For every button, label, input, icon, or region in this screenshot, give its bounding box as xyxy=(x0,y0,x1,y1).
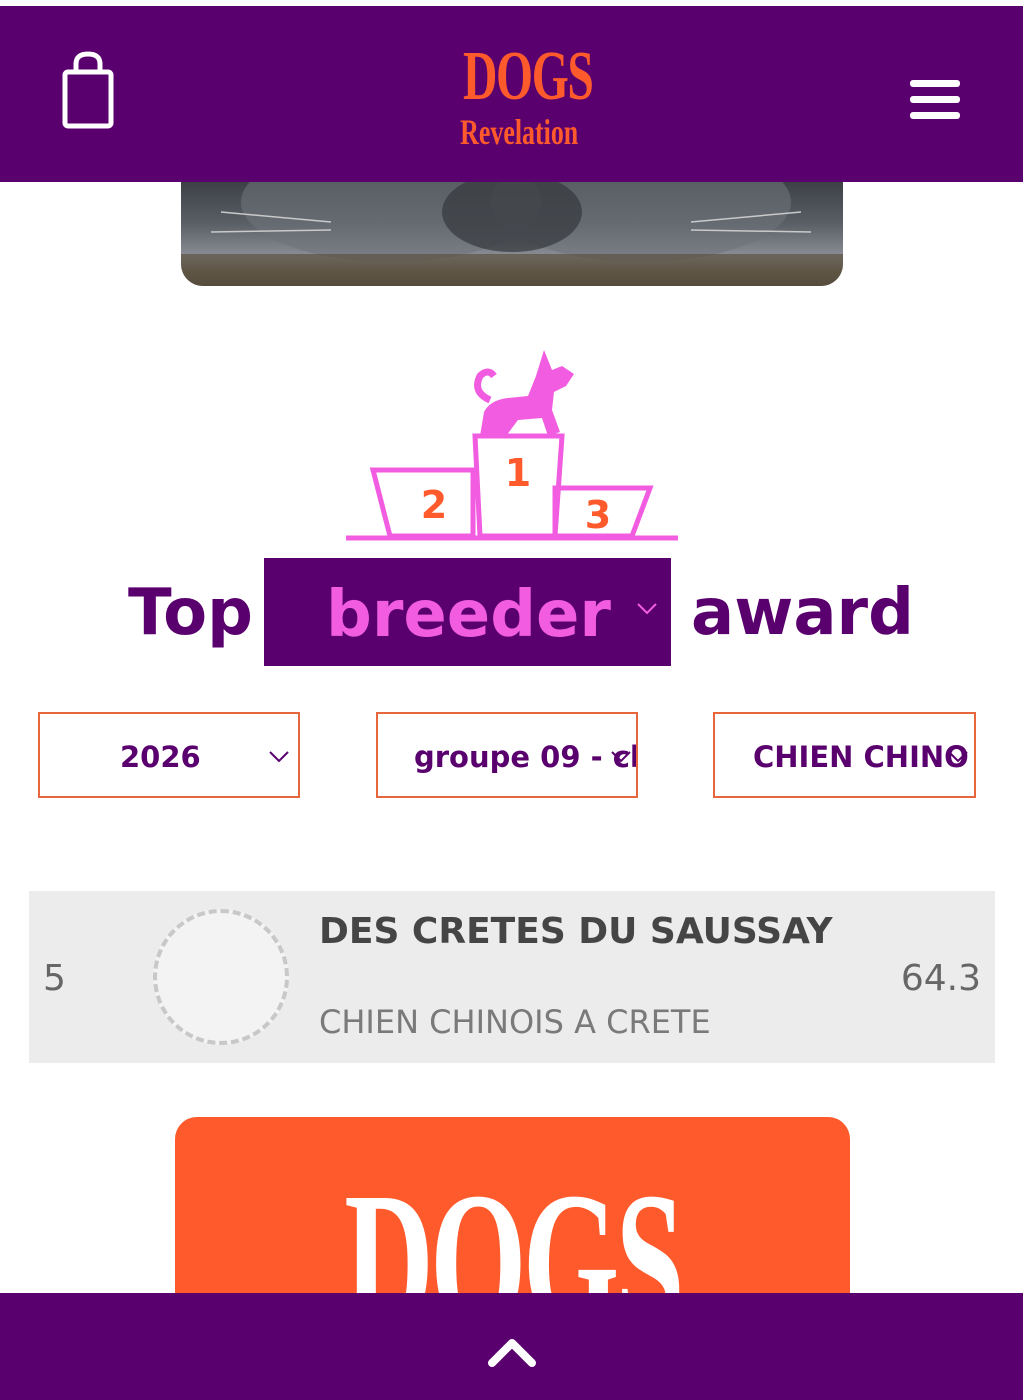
breed-name: CHIEN CHINOIS A CRETE xyxy=(319,1003,711,1041)
menu-button[interactable] xyxy=(906,76,964,126)
breed-select-value: CHIEN CHINO xyxy=(753,740,969,774)
logo-revelation-text: Revelation xyxy=(460,112,579,152)
podium-third-label: 3 xyxy=(585,493,611,537)
chevron-down-icon xyxy=(611,751,631,763)
hero-dog-nose-image xyxy=(181,182,843,286)
cart-button[interactable] xyxy=(56,50,120,134)
top-navigation-bar: DOGS Revelation xyxy=(0,6,1023,182)
chevron-down-icon xyxy=(948,751,968,763)
year-select[interactable]: 2026 xyxy=(38,712,300,798)
rank-number: 5 xyxy=(43,958,66,999)
award-type-select[interactable]: breeder xyxy=(264,558,671,666)
year-select-value: 2026 xyxy=(120,740,201,774)
chevron-up-icon xyxy=(488,1339,536,1367)
headline-suffix: award xyxy=(691,576,914,650)
ranking-row[interactable]: 5 DES CRETES DU SAUSSAY CHIEN CHINOIS A … xyxy=(29,891,995,1063)
podium-second-label: 2 xyxy=(421,483,447,527)
hamburger-menu-icon xyxy=(910,80,960,119)
award-type-value: breeder xyxy=(326,578,611,652)
breeder-name: DES CRETES DU SAUSSAY xyxy=(319,911,833,952)
group-select-value: groupe 09 - cl xyxy=(414,740,638,774)
magazine-promo-card[interactable]: DOGS xyxy=(175,1117,850,1317)
chevron-down-icon xyxy=(637,603,657,615)
score-value: 64.3 xyxy=(900,958,981,999)
podium-illustration: 1 2 3 xyxy=(340,340,685,545)
breed-select[interactable]: CHIEN CHINO xyxy=(713,712,976,798)
logo-dogs-text: DOGS xyxy=(463,38,594,115)
dog-nose-illustration xyxy=(181,182,843,286)
trophy-dog-icon xyxy=(474,350,574,436)
headline-prefix: Top xyxy=(128,576,253,650)
shopping-bag-icon xyxy=(62,51,114,129)
chevron-down-icon xyxy=(269,751,289,763)
breeder-avatar-placeholder xyxy=(153,909,289,1045)
scroll-to-top-button[interactable] xyxy=(486,1333,538,1369)
group-select[interactable]: groupe 09 - cl xyxy=(376,712,638,798)
podium-first-label: 1 xyxy=(505,451,531,495)
bottom-bar xyxy=(0,1293,1023,1400)
site-logo[interactable]: DOGS Revelation xyxy=(440,38,594,158)
award-headline: Top breeder award xyxy=(0,556,1023,668)
